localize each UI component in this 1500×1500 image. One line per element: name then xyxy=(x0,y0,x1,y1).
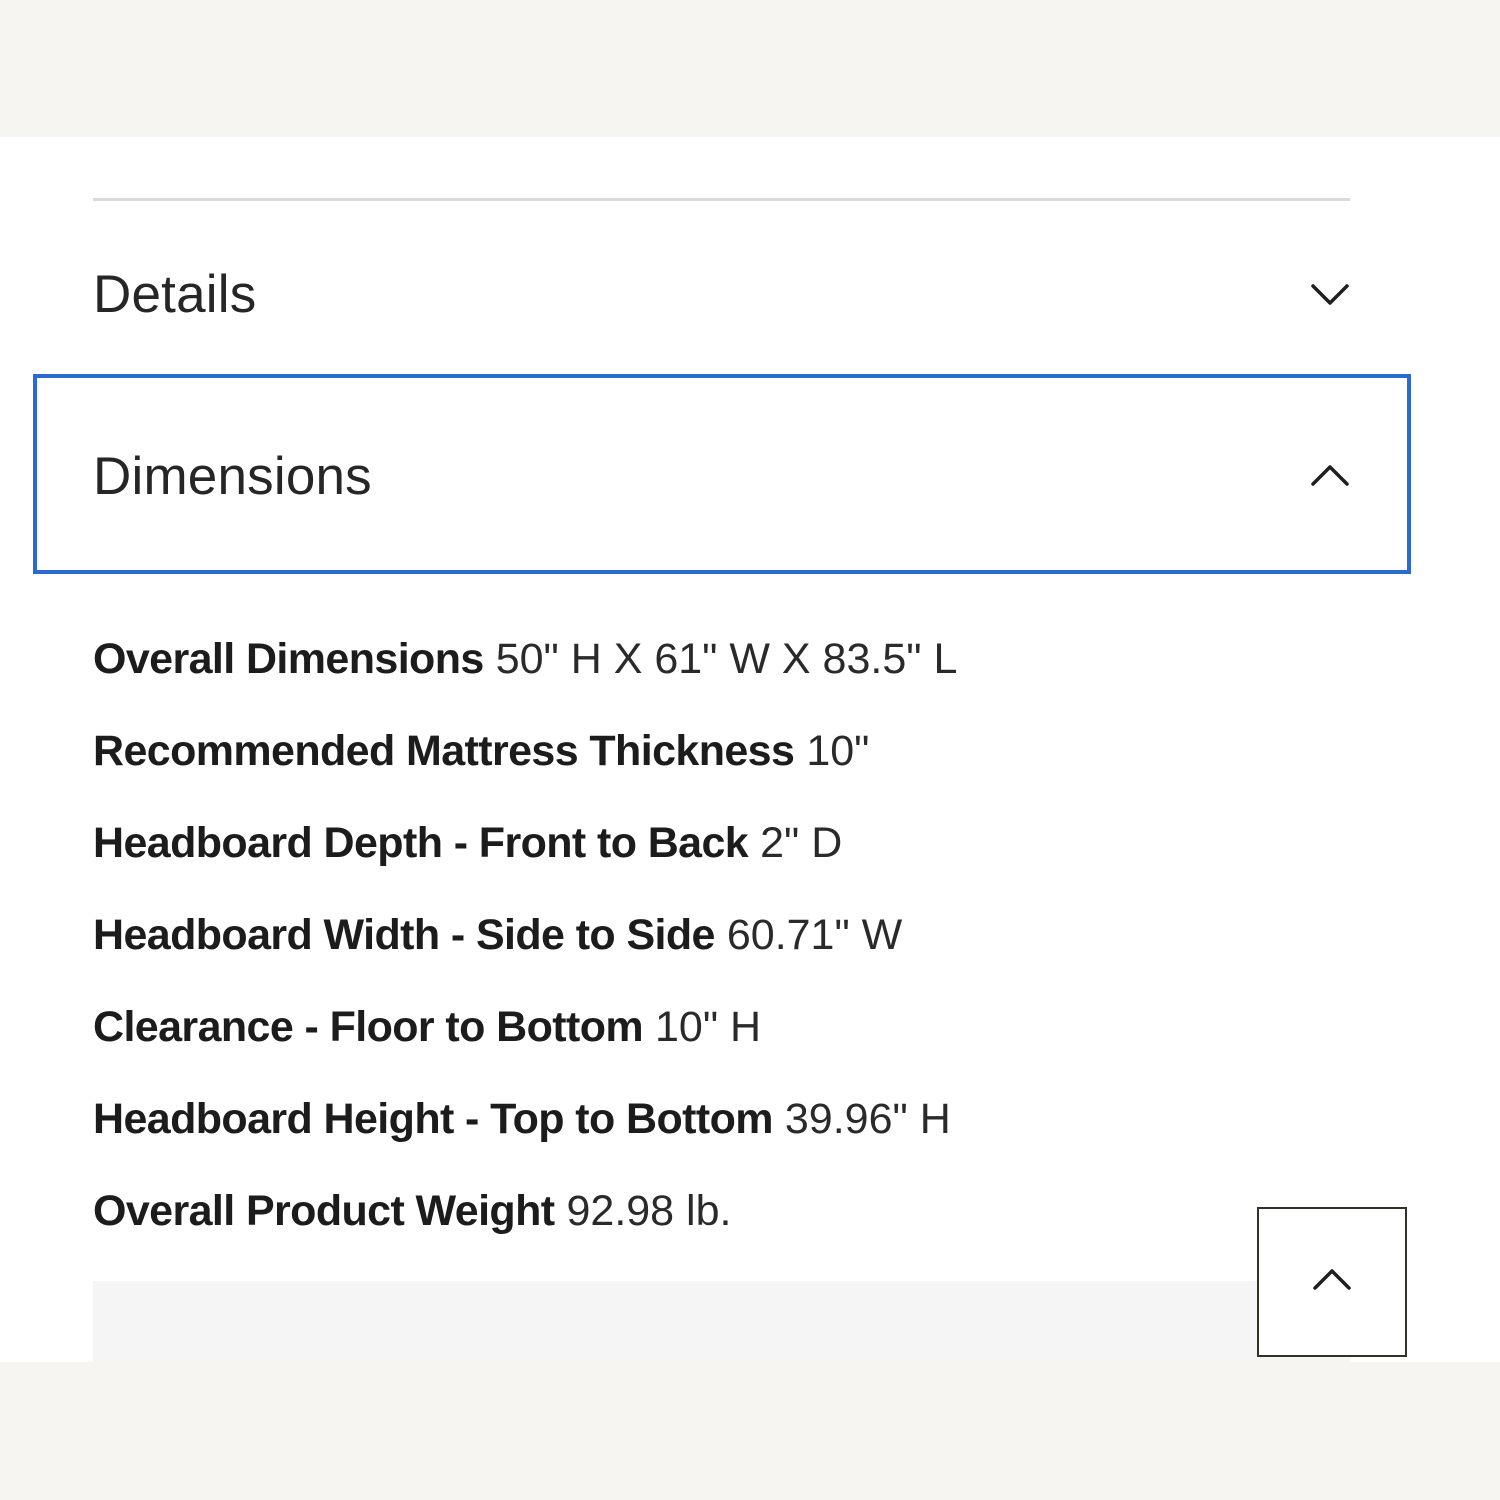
dimensions-title: Dimensions xyxy=(93,446,372,506)
chevron-up-icon xyxy=(1310,456,1350,496)
dimension-value: 10" xyxy=(806,727,870,775)
dimension-row: Recommended Mattress Thickness 10" xyxy=(93,722,1243,814)
dimension-label: Headboard Width - Side to Side xyxy=(93,911,715,959)
dimension-label: Overall Product Weight xyxy=(93,1187,555,1235)
dimension-label: Recommended Mattress Thickness xyxy=(93,727,795,775)
dimension-label: Headboard Depth - Front to Back xyxy=(93,819,749,867)
back-to-top-button[interactable] xyxy=(1257,1207,1407,1357)
dimension-row: Headboard Depth - Front to Back 2" D xyxy=(93,814,1243,906)
section-divider xyxy=(93,198,1350,201)
dimension-label: Overall Dimensions xyxy=(93,635,484,683)
dimension-value: 10" H xyxy=(655,1003,762,1051)
dimension-value: 50" H X 61" W X 83.5" L xyxy=(495,635,958,683)
dimension-row: Overall Product Weight 92.98 lb. xyxy=(93,1182,1243,1274)
dimension-label: Clearance - Floor to Bottom xyxy=(93,1003,644,1051)
dimension-row: Headboard Height - Top to Bottom 39.96" H xyxy=(93,1090,1243,1182)
dimension-value: 92.98 lb. xyxy=(566,1187,732,1235)
details-accordion-header[interactable]: Details xyxy=(93,258,1350,330)
next-section-placeholder xyxy=(93,1281,1350,1362)
dimension-value: 2" D xyxy=(760,819,843,867)
dimension-value: 60.71" W xyxy=(726,911,903,959)
dimension-label: Headboard Height - Top to Bottom xyxy=(93,1095,773,1143)
dimension-row: Overall Dimensions 50" H X 61" W X 83.5" … xyxy=(93,630,1243,722)
dimensions-list: Overall Dimensions 50" H X 61" W X 83.5" … xyxy=(93,630,1243,1274)
chevron-down-icon xyxy=(1310,274,1350,314)
dimension-row: Clearance - Floor to Bottom 10" H xyxy=(93,998,1243,1090)
chevron-up-icon xyxy=(1312,1267,1352,1298)
dimension-value: 39.96" H xyxy=(784,1095,951,1143)
dimensions-accordion-header[interactable]: Dimensions xyxy=(93,438,1350,514)
dimension-row: Headboard Width - Side to Side 60.71" W xyxy=(93,906,1243,998)
details-title: Details xyxy=(93,264,257,324)
